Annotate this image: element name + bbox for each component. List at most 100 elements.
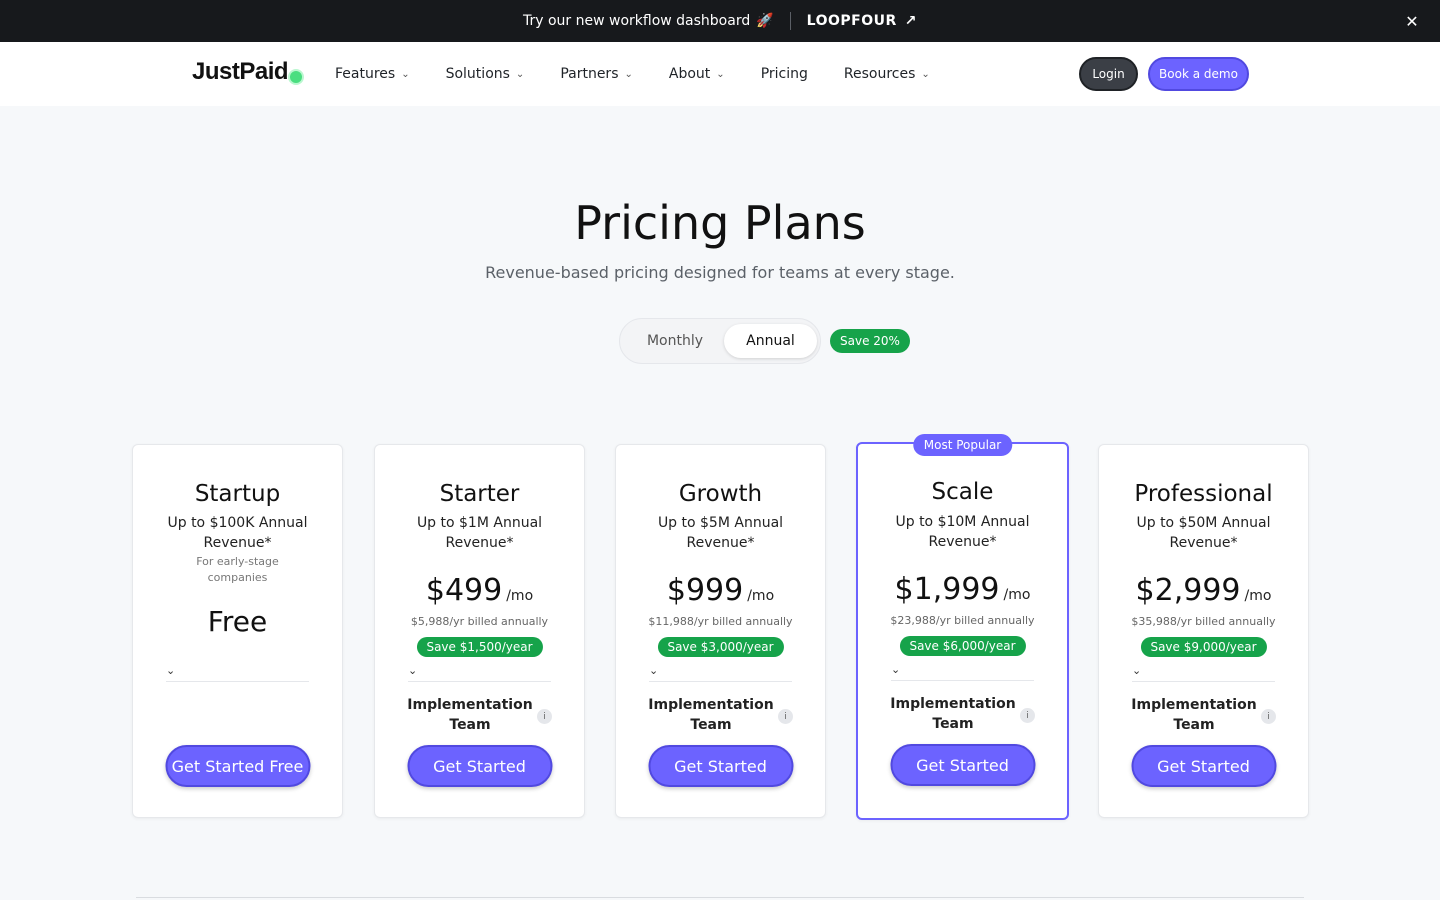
plan-name: Professional [1134, 481, 1273, 507]
plan-billed-annually: $23,988/yr billed annually [890, 614, 1035, 627]
plan-features-dropdown[interactable]: ⌄ [1132, 662, 1275, 682]
page-subtitle: Revenue-based pricing designed for teams… [485, 263, 955, 282]
info-icon[interactable]: i [537, 709, 552, 724]
logo-text: JustPaid [192, 58, 289, 85]
announcement-promo[interactable]: Try our new workflow dashboard 🚀 [523, 13, 774, 29]
info-icon[interactable]: i [1261, 709, 1276, 724]
chevron-down-icon: ⌄ [649, 664, 659, 677]
page-title: Pricing Plans [574, 196, 866, 250]
chevron-down-icon: ⌄ [408, 664, 418, 677]
nav-item-label: Solutions [445, 66, 510, 82]
section-divider [136, 897, 1304, 898]
announcement-bar: Try our new workflow dashboard 🚀 LOOPFOU… [0, 0, 1440, 42]
plan-savings-badge: Save $3,000/year [657, 637, 784, 657]
announcement-divider [789, 12, 791, 30]
nav-item-solutions[interactable]: Solutions ⌄ [446, 66, 525, 82]
plan-features-dropdown[interactable]: ⌄ [166, 662, 309, 682]
get-started-button[interactable]: Get Started [890, 744, 1035, 786]
pricing-card-scale: Most Popular Scale Up to $10M Annual Reven… [856, 434, 1069, 820]
plan-price-row: $499/mo [375, 573, 584, 608]
plan-price-row: $999/mo [616, 573, 825, 608]
info-icon[interactable]: i [778, 709, 793, 724]
logo-dot-icon [290, 71, 303, 83]
plan-price: $499 [425, 573, 503, 608]
plan-features-dropdown[interactable]: ⌄ [408, 662, 551, 682]
nav-menu: Features ⌄ Solutions ⌄ Partners ⌄ About ⌄ Pricin… [335, 42, 966, 106]
plan-revenue-limit: Up to $10M Annual Revenue* [895, 514, 1030, 550]
chevron-down-icon: ⌄ [921, 68, 930, 80]
pricing-card-professional: Professional Up to $50M Annual Revenue* $2… [1098, 444, 1309, 818]
billing-annual-option[interactable]: Annual [724, 324, 817, 358]
nav-item-partners[interactable]: Partners ⌄ [560, 66, 633, 82]
chevron-down-icon: ⌄ [891, 663, 901, 676]
plan-billed-annually: $11,988/yr billed annually [648, 615, 793, 628]
plan-description: For early-stage companies [196, 555, 279, 584]
most-popular-badge: Most Popular [912, 434, 1013, 456]
plan-price-row: $2,999/mo [1099, 573, 1308, 608]
loopfour-label: LOOPFOUR [806, 13, 897, 29]
nav-item-label: About [668, 66, 711, 82]
plan-name: Starter [439, 481, 520, 507]
billing-toggle: Monthly Annual [619, 318, 821, 364]
get-started-button[interactable]: Get Started [407, 745, 552, 787]
external-link-icon: ↗ [904, 13, 918, 29]
announcement-text: Try our new workflow dashboard [522, 13, 751, 29]
plan-price: $999 [666, 573, 744, 608]
login-button[interactable]: Login [1079, 57, 1138, 91]
nav-item-label: Partners [560, 66, 619, 82]
plan-savings-badge: Save $1,500/year [416, 637, 543, 657]
logo[interactable]: JustPaid [192, 58, 303, 86]
nav-item-resources[interactable]: Resources ⌄ [844, 66, 930, 82]
nav-item-about[interactable]: About ⌄ [669, 66, 725, 82]
info-icon[interactable]: i [1020, 708, 1035, 723]
chevron-down-icon: ⌄ [401, 68, 410, 80]
plan-feature-implementation-team: Implementation Team [1131, 697, 1257, 733]
pricing-card-starter: Starter Up to $1M Annual Revenue* $499/mo $… [374, 444, 585, 818]
plan-name: Scale [931, 479, 994, 505]
nav-item-pricing[interactable]: Pricing [761, 66, 808, 82]
book-demo-button[interactable]: Book a demo [1148, 57, 1249, 91]
plan-feature-implementation-team: Implementation Team [890, 696, 1016, 732]
plan-feature-implementation-team: Implementation Team [407, 697, 533, 733]
nav-item-features[interactable]: Features ⌄ [335, 66, 410, 82]
main-nav: JustPaid Features ⌄ Solutions ⌄ Partners ⌄ Abo… [0, 42, 1440, 106]
plan-price-period: /mo [1244, 588, 1272, 604]
loopfour-link[interactable]: LOOPFOUR ↗ [807, 13, 917, 29]
plan-revenue-limit: Up to $50M Annual Revenue* [1136, 515, 1271, 551]
plan-billed-annually: $5,988/yr billed annually [410, 615, 549, 628]
chevron-down-icon: ⌄ [624, 68, 633, 80]
plan-price-row: $1,999/mo [858, 572, 1067, 607]
plan-price-period: /mo [506, 588, 534, 604]
plan-savings-badge: Save $9,000/year [1140, 637, 1267, 657]
chevron-down-icon: ⌄ [1132, 664, 1142, 677]
plan-price-period: /mo [747, 588, 775, 604]
billing-monthly-option[interactable]: Monthly [626, 324, 724, 358]
plan-name: Startup [194, 481, 281, 507]
plan-savings-badge: Save $6,000/year [899, 636, 1026, 656]
get-started-button[interactable]: Get Started [1131, 745, 1276, 787]
pricing-card-growth: Growth Up to $5M Annual Revenue* $999/mo $1… [615, 444, 826, 818]
close-icon[interactable]: ✕ [1402, 11, 1422, 31]
plan-price: $2,999 [1135, 573, 1241, 608]
plan-features-dropdown[interactable]: ⌄ [891, 661, 1034, 681]
plan-billed-annually: $35,988/yr billed annually [1131, 615, 1276, 628]
get-started-button[interactable]: Get Started Free [165, 745, 310, 787]
plan-price: Free [207, 605, 268, 638]
pricing-card-startup: Startup Up to $100K Annual Revenue* For ea… [132, 444, 343, 818]
chevron-down-icon: ⌄ [166, 664, 176, 677]
plan-features-dropdown[interactable]: ⌄ [649, 662, 792, 682]
get-started-button[interactable]: Get Started [648, 745, 793, 787]
nav-item-label: Features [335, 66, 396, 82]
chevron-down-icon: ⌄ [716, 68, 725, 80]
chevron-down-icon: ⌄ [515, 68, 525, 80]
plan-revenue-limit: Up to $100K Annual Revenue* [167, 515, 308, 551]
nav-item-label: Resources [843, 66, 916, 82]
nav-item-label: Pricing [760, 66, 808, 82]
plan-name: Growth [678, 481, 763, 507]
plan-feature-implementation-team: Implementation Team [648, 697, 774, 733]
plan-price: $1,999 [894, 572, 1000, 607]
plan-price-period: /mo [1003, 587, 1031, 603]
rocket-icon: 🚀 [756, 13, 774, 29]
plan-revenue-limit: Up to $1M Annual Revenue* [416, 515, 543, 551]
plan-revenue-limit: Up to $5M Annual Revenue* [657, 515, 784, 551]
